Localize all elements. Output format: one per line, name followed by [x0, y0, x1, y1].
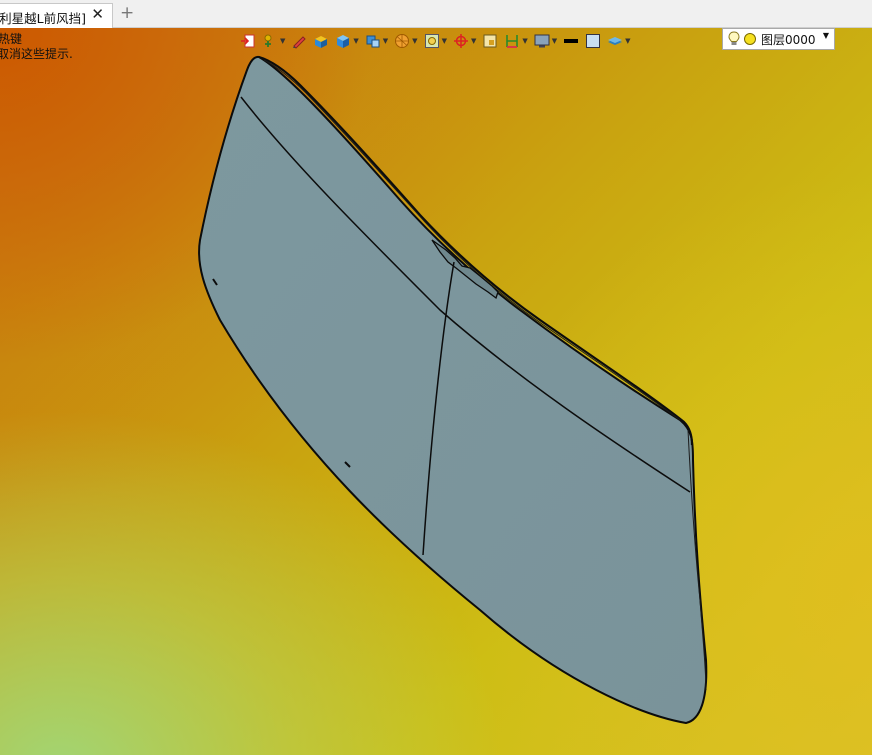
fill-color-button[interactable] — [585, 30, 601, 52]
pen-icon — [293, 36, 307, 49]
dropdown-arrow-icon: ▼ — [522, 37, 528, 45]
pen-button[interactable] — [291, 30, 307, 52]
dropdown-arrow-icon: ▼ — [441, 37, 447, 45]
dropdown-arrow-icon: ▼ — [551, 37, 558, 45]
windshield-model[interactable] — [0, 28, 872, 755]
layer-dropdown[interactable]: 图层0000 ▼ — [722, 28, 835, 50]
dimension-icon — [506, 35, 519, 48]
dropdown-arrow-icon: ▼ — [470, 37, 477, 45]
tab-title: 吉利星越L前风挡] — [0, 11, 86, 26]
layer-name: 图层0000 — [761, 32, 816, 47]
cube-icon — [337, 35, 350, 48]
view-cube-button[interactable]: ▼ — [365, 30, 388, 52]
sphere-icon — [395, 34, 410, 48]
view-toolbar: ▼ ▼ ▼ ▼ ▼ ▼ ▼ ▼ ▼ — [240, 28, 637, 54]
monitor-icon — [534, 34, 550, 48]
app-window: 吉利星越L前风挡] ✕ + 热键 取消这些提示. — [0, 0, 872, 755]
frame-button[interactable] — [482, 30, 498, 52]
tab-bar: 吉利星越L前风挡] ✕ + — [0, 0, 872, 28]
monitor-button[interactable]: ▼ — [534, 30, 557, 52]
view-cube-icon — [366, 35, 380, 48]
sphere-button[interactable]: ▼ — [394, 30, 418, 52]
light-bulb-icon[interactable] — [727, 31, 741, 47]
dropdown-arrow-icon: ▼ — [625, 37, 631, 45]
box-solid-button[interactable] — [313, 30, 329, 52]
document-tab[interactable]: 吉利星越L前风挡] ✕ — [0, 3, 113, 28]
box-solid-icon — [315, 36, 328, 48]
line-color-icon — [564, 39, 579, 43]
cube-button[interactable]: ▼ — [335, 30, 359, 52]
origin-button[interactable]: ▼ — [453, 30, 476, 52]
dropdown-arrow-icon: ▼ — [382, 37, 389, 45]
point-tool-icon — [264, 34, 272, 47]
windshield-surface — [198, 55, 708, 725]
layer-stack-button[interactable]: ▼ — [607, 30, 631, 52]
origin-icon — [453, 34, 468, 48]
import-icon — [241, 34, 255, 48]
line-color-button[interactable] — [563, 30, 579, 52]
new-tab-icon[interactable]: + — [120, 3, 134, 23]
dropdown-arrow-icon: ▼ — [280, 37, 286, 45]
dropdown-arrow-icon: ▼ — [353, 37, 359, 45]
layer-status-icon[interactable] — [743, 32, 757, 46]
dimension-button[interactable]: ▼ — [504, 30, 528, 52]
zoom-fit-button[interactable]: ▼ — [424, 30, 447, 52]
import-button[interactable] — [240, 30, 256, 52]
frame-icon — [483, 34, 497, 48]
layer-stack-icon — [608, 37, 623, 45]
point-tool-button[interactable]: ▼ — [262, 30, 285, 52]
3d-viewport[interactable]: 热键 取消这些提示. ▼ ▼ ▼ ▼ ▼ ▼ ▼ ▼ ▼ 图层0000 ▼ — [0, 28, 872, 755]
chevron-down-icon[interactable]: ▼ — [823, 31, 829, 40]
dropdown-arrow-icon: ▼ — [412, 37, 418, 45]
fill-color-icon — [586, 34, 601, 48]
tab-close-icon[interactable]: ✕ — [91, 5, 104, 23]
zoom-fit-icon — [424, 34, 439, 48]
